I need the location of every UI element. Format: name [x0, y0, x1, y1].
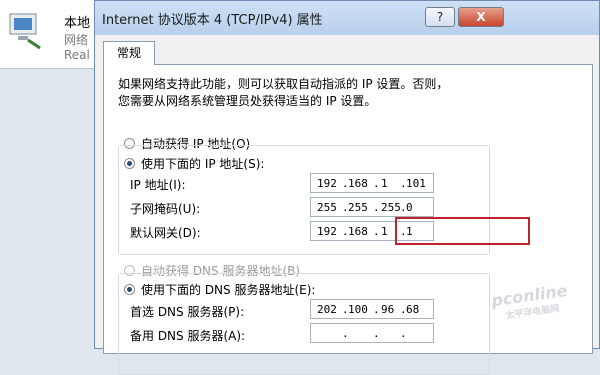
title-bar[interactable]: Internet 协议版本 4 (TCP/IPv4) 属性 ? X [95, 1, 599, 35]
manual-ip-radio[interactable] [124, 158, 135, 169]
octet: 168 [348, 225, 368, 238]
octet: 192 [317, 177, 337, 190]
background-window-line: 网络 [64, 33, 89, 47]
description-text: 如果网络支持此功能，则可以获取自动指派的 IP 设置。否则， 您需要从网络系统管… [118, 76, 448, 110]
description-line: 如果网络支持此功能，则可以获取自动指派的 IP 设置。否则， [118, 77, 449, 91]
octet: 96 [381, 303, 395, 316]
preferred-dns-label: 首选 DNS 服务器(P): [130, 305, 245, 319]
manual-ip-label: 使用下面的 IP 地址(S): [141, 157, 265, 171]
octet: 1 [381, 177, 388, 190]
help-button[interactable]: ? [425, 7, 455, 27]
octet: 68 [406, 303, 420, 316]
octet: 0 [406, 201, 413, 214]
preferred-dns-field[interactable]: 202. 100. 96. 68 [310, 299, 434, 319]
octet: 192 [317, 225, 337, 238]
manual-dns-radio[interactable] [124, 284, 135, 295]
octet: 168 [348, 177, 368, 190]
network-adapter-icon [9, 13, 41, 50]
ip-address-field[interactable]: 192. 168. 1. 101 [310, 173, 434, 193]
background-window-line: Real [64, 48, 90, 62]
close-button[interactable]: X [458, 7, 504, 27]
octet: 255 [317, 201, 337, 214]
default-gateway-label: 默认网关(D): [130, 226, 201, 240]
gateway-highlight-box [395, 217, 530, 245]
manual-ip-option[interactable]: 使用下面的 IP 地址(S): [124, 155, 269, 172]
tab-general[interactable]: 常规 [103, 41, 155, 65]
subnet-mask-label: 子网掩码(U): [130, 202, 201, 216]
alternate-dns-field[interactable]: . . . [310, 323, 434, 343]
subnet-mask-field[interactable]: 255. 255. 255. 0 [310, 197, 434, 217]
octet: 255 [381, 201, 401, 214]
octet: 202 [317, 303, 337, 316]
description-line: 您需要从网络系统管理员处获得适当的 IP 设置。 [118, 94, 377, 108]
ip-address-label: IP 地址(I): [130, 178, 186, 192]
manual-dns-label: 使用下面的 DNS 服务器地址(E): [141, 283, 316, 297]
octet: 101 [406, 177, 426, 190]
octet: 100 [348, 303, 368, 316]
background-window-title: 本地 [64, 16, 91, 31]
alternate-dns-label: 备用 DNS 服务器(A): [130, 329, 246, 343]
manual-dns-option[interactable]: 使用下面的 DNS 服务器地址(E): [124, 281, 320, 298]
octet: 255 [348, 201, 368, 214]
octet: 1 [381, 225, 388, 238]
dialog-title: Internet 协议版本 4 (TCP/IPv4) 属性 [102, 13, 323, 28]
